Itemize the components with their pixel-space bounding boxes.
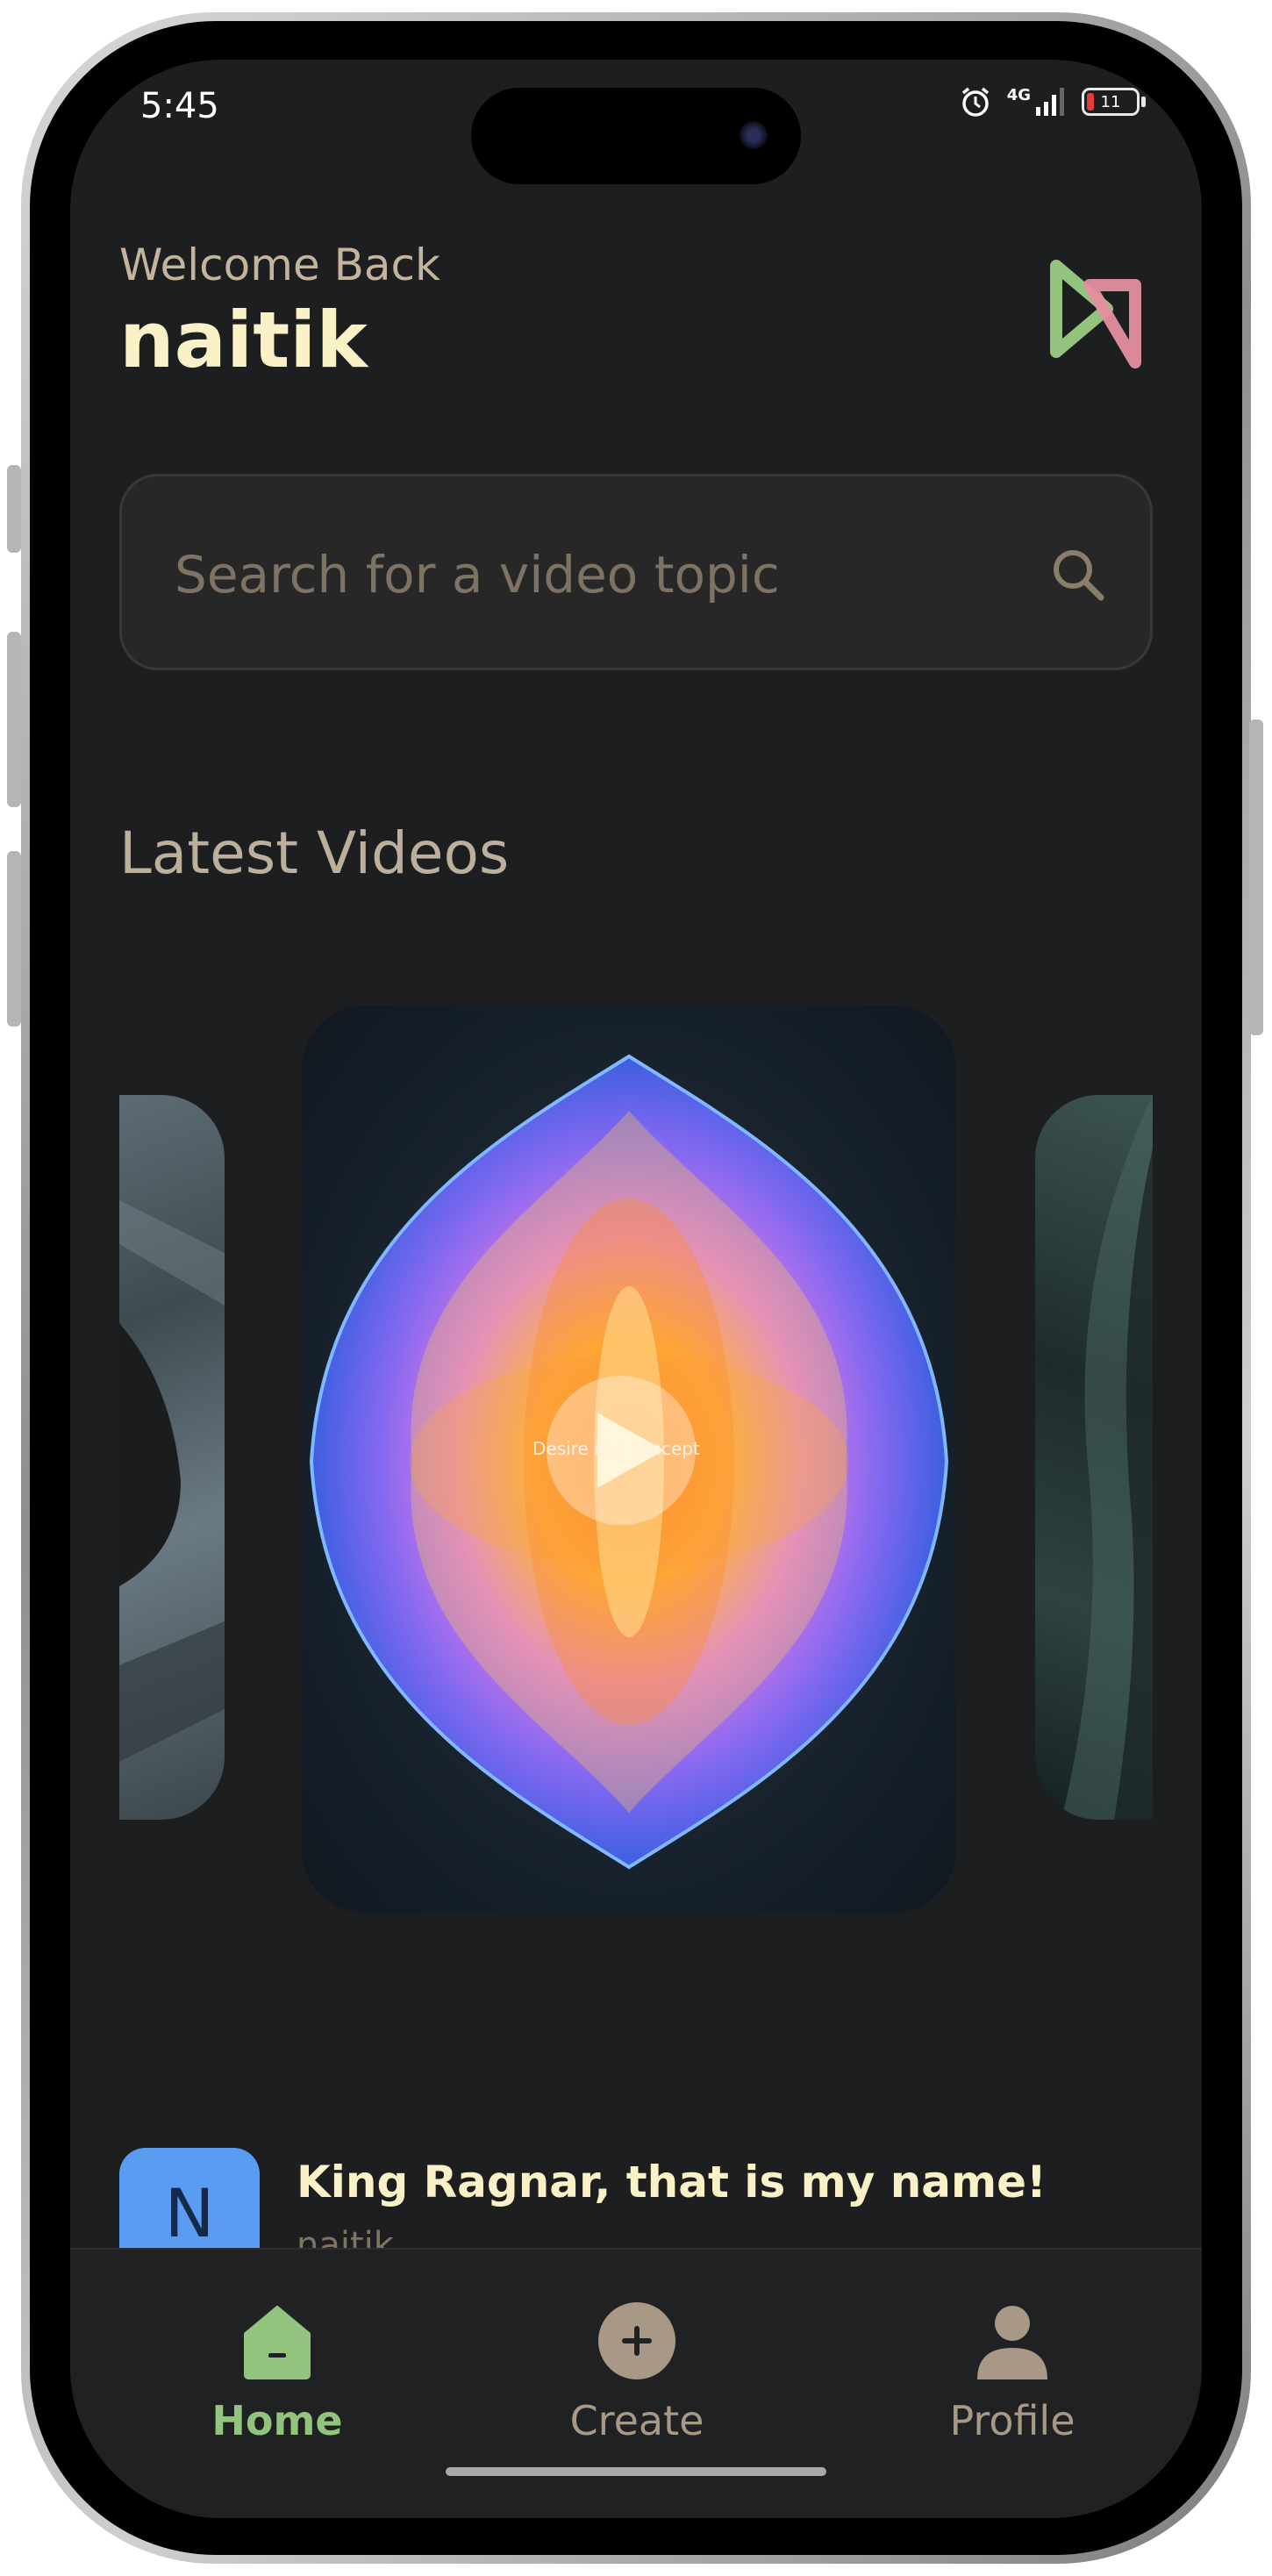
welcome-text: Welcome Back	[119, 240, 440, 290]
volume-up-button	[7, 632, 21, 807]
home-indicator[interactable]	[446, 2467, 826, 2476]
tab-home-label: Home	[211, 2397, 343, 2444]
video-thumbnail-image	[1061, 1095, 1153, 1820]
mute-switch	[7, 465, 21, 553]
volume-down-button	[7, 851, 21, 1027]
network-type: 4G	[1006, 85, 1031, 104]
tab-profile-label: Profile	[949, 2397, 1075, 2444]
tab-profile[interactable]: Profile	[881, 2299, 1144, 2444]
bottom-tab-bar: Home Create Profile	[70, 2248, 1202, 2518]
search-icon[interactable]	[1048, 545, 1108, 605]
video-thumbnail-image	[119, 1200, 225, 1762]
status-time: 5:45	[140, 86, 219, 126]
video-card-next[interactable]	[1035, 1095, 1153, 1820]
signal-icon	[1036, 88, 1064, 116]
battery-icon: 11	[1082, 88, 1140, 116]
tab-home[interactable]: Home	[146, 2299, 409, 2444]
video-title: King Ragnar, that is my name!	[297, 2157, 1047, 2207]
camera-icon	[740, 121, 768, 149]
battery-level: 11	[1100, 92, 1121, 111]
user-icon	[977, 2306, 1047, 2379]
tab-create-label: Create	[569, 2397, 704, 2444]
plus-circle-icon	[598, 2302, 675, 2379]
video-card-previous[interactable]	[119, 1095, 225, 1820]
avatar-letter: N	[164, 2174, 215, 2252]
video-overlay-text: Desire is a concept	[532, 1438, 700, 1459]
app-screen: 5:45 4G 11 Welcome Back naitik Search fo…	[70, 60, 1202, 2518]
latest-videos-heading: Latest Videos	[119, 819, 510, 887]
power-button	[1249, 719, 1263, 1035]
app-logo-icon	[1050, 260, 1141, 369]
search-placeholder: Search for a video topic	[175, 545, 780, 605]
username-heading: naitik	[119, 295, 368, 385]
home-icon	[244, 2306, 311, 2379]
tab-create[interactable]: Create	[505, 2299, 768, 2444]
alarm-icon	[961, 87, 989, 117]
battery-tip	[1141, 97, 1146, 107]
status-icons: 4G 11	[958, 84, 1146, 119]
dynamic-island	[471, 88, 801, 184]
search-input[interactable]: Search for a video topic	[119, 474, 1153, 670]
